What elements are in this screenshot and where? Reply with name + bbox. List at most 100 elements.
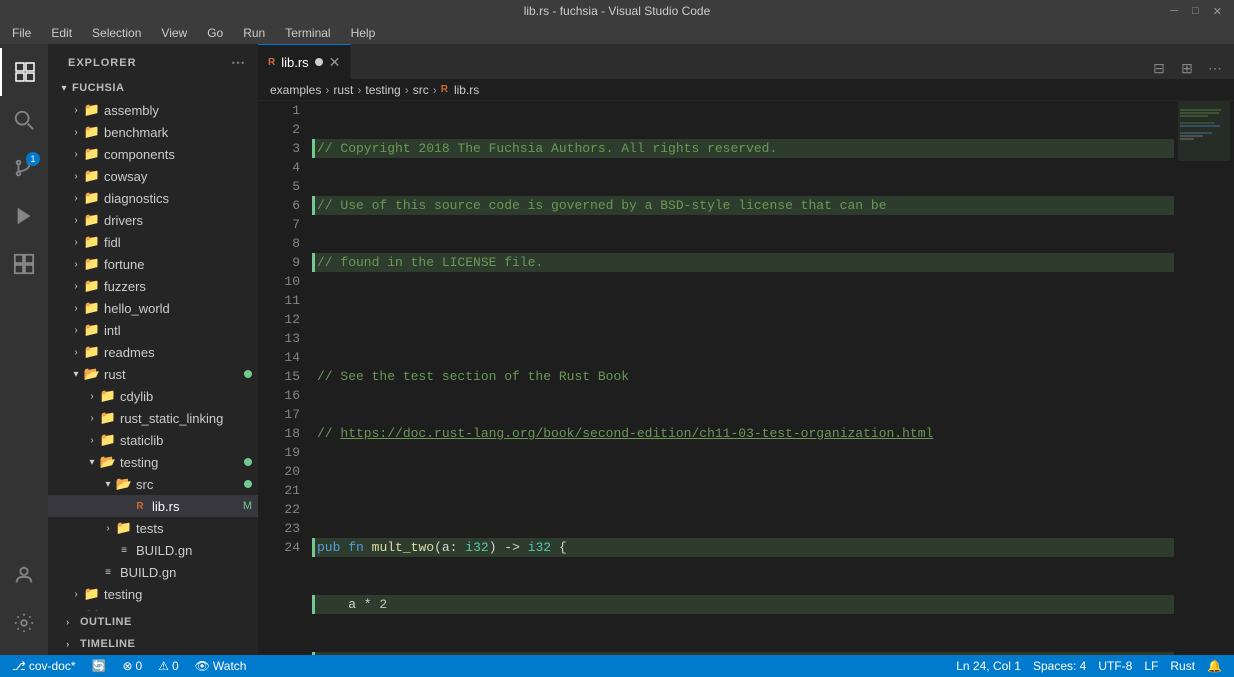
extensions-activity-icon[interactable] <box>0 240 48 288</box>
timeline-label: TIMELINE <box>80 638 135 650</box>
breadcrumb-examples[interactable]: examples <box>270 83 321 97</box>
status-watch[interactable]: 👁 Watch <box>191 655 251 677</box>
sidebar-item-src[interactable]: ▾ 📂 src <box>48 473 258 495</box>
outline-arrow: › <box>60 614 76 630</box>
title-bar: lib.rs - fuchsia - Visual Studio Code ─ … <box>0 0 1234 22</box>
minimize-button[interactable]: ─ <box>1166 5 1182 18</box>
sidebar-item-fidl[interactable]: › 📁 fidl <box>48 231 258 253</box>
status-line-ending[interactable]: LF <box>1140 655 1162 677</box>
status-sync[interactable]: 🔄 <box>88 655 111 677</box>
search-activity-icon[interactable] <box>0 96 48 144</box>
sidebar-item-assembly[interactable]: › 📁 assembly <box>48 99 258 121</box>
status-spaces[interactable]: Spaces: 4 <box>1029 655 1090 677</box>
code-content: // Copyright 2018 The Fuchsia Authors. A… <box>308 101 1174 655</box>
encoding-label: UTF-8 <box>1098 659 1132 673</box>
drivers-label: drivers <box>104 213 258 228</box>
cdylib-arrow: › <box>84 388 100 404</box>
hello-world-arrow: › <box>68 300 84 316</box>
status-cursor-pos[interactable]: Ln 24, Col 1 <box>952 655 1025 677</box>
rust-modified-badge <box>244 370 252 378</box>
fidl-folder-icon: 📁 <box>84 234 100 250</box>
testing-folder-icon: 📂 <box>100 454 116 470</box>
drivers-folder-icon: 📁 <box>84 212 100 228</box>
status-language[interactable]: Rust <box>1166 655 1199 677</box>
menu-file[interactable]: File <box>4 22 39 44</box>
menu-terminal[interactable]: Terminal <box>277 22 338 44</box>
breadcrumb-rust[interactable]: rust <box>333 83 353 97</box>
status-errors[interactable]: ⊗ 0 <box>118 655 146 677</box>
sidebar-item-rust-static-linking[interactable]: › 📁 rust_static_linking <box>48 407 258 429</box>
sidebar-item-cowsay[interactable]: › 📁 cowsay <box>48 165 258 187</box>
watch-label: Watch <box>213 659 247 673</box>
menu-edit[interactable]: Edit <box>43 22 80 44</box>
breadcrumb-sep-4: › <box>433 83 437 97</box>
menu-run[interactable]: Run <box>235 22 273 44</box>
minimap <box>1174 101 1234 655</box>
status-encoding[interactable]: UTF-8 <box>1094 655 1136 677</box>
code-editor[interactable]: 1234567 891011121314 15161718192021 2223… <box>258 101 1174 655</box>
settings-activity-icon[interactable] <box>0 599 48 647</box>
sidebar-item-fortune[interactable]: › 📁 fortune <box>48 253 258 275</box>
diagnostics-folder-icon: 📁 <box>84 190 100 206</box>
explorer-activity-icon[interactable] <box>0 48 48 96</box>
menu-help[interactable]: Help <box>343 22 384 44</box>
timeline-section[interactable]: › TIMELINE <box>48 633 258 655</box>
close-button[interactable]: ✕ <box>1209 5 1226 18</box>
sidebar-item-staticlib[interactable]: › 📁 staticlib <box>48 429 258 451</box>
more-actions-icon[interactable]: ⋯ <box>1204 57 1226 79</box>
status-warnings[interactable]: ⚠ 0 <box>154 655 182 677</box>
sidebar-item-lib-rs[interactable]: › R lib.rs M <box>48 495 258 517</box>
sidebar-item-tests[interactable]: › 📁 tests <box>48 517 258 539</box>
tests-label: tests <box>136 521 258 536</box>
tab-lib-rs[interactable]: R lib.rs ✕ <box>258 44 351 79</box>
lib-rs-label: lib.rs <box>152 499 243 514</box>
menu-view[interactable]: View <box>153 22 195 44</box>
sidebar-item-rust[interactable]: ▾ 📂 rust <box>48 363 258 385</box>
maximize-button[interactable]: □ <box>1188 5 1203 18</box>
new-file-icon[interactable]: ⋯ <box>231 54 246 71</box>
outline-section[interactable]: › OUTLINE <box>48 611 258 633</box>
sidebar-item-hello-world[interactable]: › 📁 hello_world <box>48 297 258 319</box>
sidebar-item-intl[interactable]: › 📁 intl <box>48 319 258 341</box>
source-control-activity-icon[interactable]: 1 <box>0 144 48 192</box>
tab-close-button[interactable]: ✕ <box>329 54 341 71</box>
hello-world-folder-icon: 📁 <box>84 300 100 316</box>
sidebar-item-tests2[interactable]: › 📁 tests <box>48 605 258 611</box>
sidebar-item-build-gn-testing[interactable]: › ≡ BUILD.gn <box>48 539 258 561</box>
root-folder[interactable]: ▾ FUCHSIA <box>48 77 258 99</box>
breadcrumb-testing[interactable]: testing <box>365 83 400 97</box>
menu-selection[interactable]: Selection <box>84 22 149 44</box>
activity-bar: 1 <box>0 44 48 655</box>
sidebar-item-diagnostics[interactable]: › 📁 diagnostics <box>48 187 258 209</box>
tab-layout-icon[interactable]: ⊞ <box>1176 57 1198 79</box>
status-git-branch[interactable]: ⎇ cov-doc* <box>8 655 80 677</box>
warning-count: 0 <box>172 659 179 673</box>
sidebar-item-testing[interactable]: ▾ 📂 testing <box>48 451 258 473</box>
breadcrumb-file[interactable]: lib.rs <box>454 83 479 97</box>
cursor-pos-label: Ln 24, Col 1 <box>956 659 1021 673</box>
run-activity-icon[interactable] <box>0 192 48 240</box>
sidebar-item-cdylib[interactable]: › 📁 cdylib <box>48 385 258 407</box>
hello-world-label: hello_world <box>104 301 258 316</box>
line-ending-label: LF <box>1144 659 1158 673</box>
sidebar-item-fuzzers[interactable]: › 📁 fuzzers <box>48 275 258 297</box>
sidebar-item-drivers[interactable]: › 📁 drivers <box>48 209 258 231</box>
sidebar-item-testing2[interactable]: › 📁 testing <box>48 583 258 605</box>
sidebar-item-benchmark[interactable]: › 📁 benchmark <box>48 121 258 143</box>
assembly-label: assembly <box>104 103 258 118</box>
sidebar-item-components[interactable]: › 📁 components <box>48 143 258 165</box>
status-notifications[interactable]: 🔔 <box>1203 655 1226 677</box>
lib-rs-modified-badge: M <box>243 500 252 512</box>
menu-go[interactable]: Go <box>199 22 231 44</box>
split-editor-icon[interactable]: ⊟ <box>1148 57 1170 79</box>
testing-label: testing <box>120 455 244 470</box>
sidebar-item-readmes[interactable]: › 📁 readmes <box>48 341 258 363</box>
breadcrumb-src[interactable]: src <box>413 83 429 97</box>
account-activity-icon[interactable] <box>0 551 48 599</box>
lib-rs-file-icon: R <box>132 498 148 514</box>
sidebar-item-build-gn-rust[interactable]: › ≡ BUILD.gn <box>48 561 258 583</box>
fuzzers-label: fuzzers <box>104 279 258 294</box>
sidebar-header: EXPLORER ⋯ <box>48 44 258 77</box>
fortune-folder-icon: 📁 <box>84 256 100 272</box>
rust-static-folder-icon: 📁 <box>100 410 116 426</box>
